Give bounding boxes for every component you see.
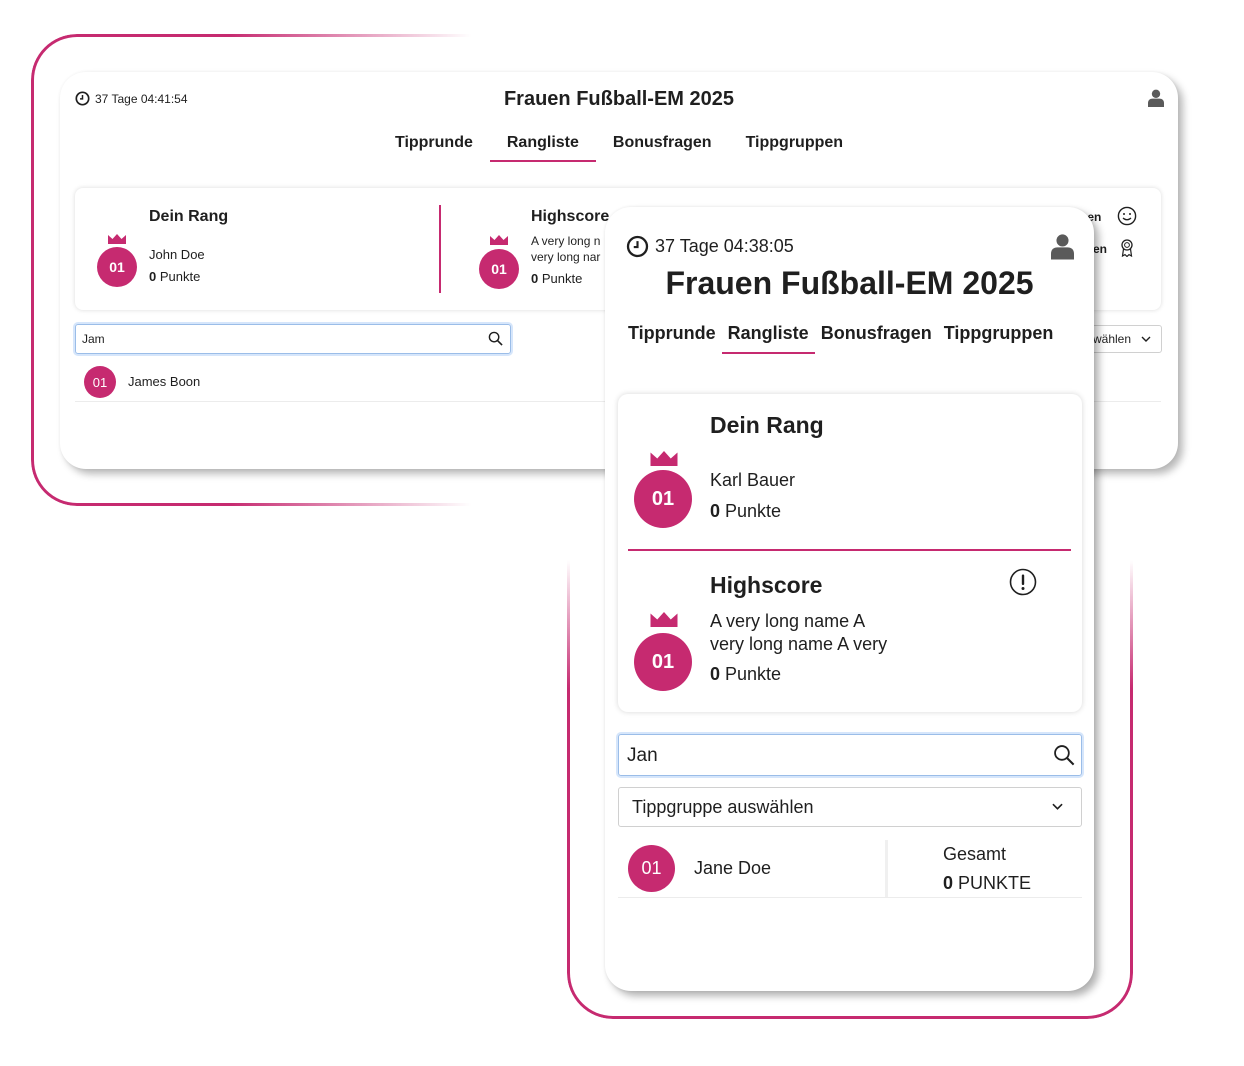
crown-icon: [650, 451, 678, 466]
result-column-divider: [885, 840, 888, 898]
my-rank-name: Karl Bauer: [710, 470, 796, 490]
main-nav-tabs: Tipprunde Rangliste Bonusfragen Tippgrup…: [60, 134, 1178, 162]
info-icon[interactable]: [1009, 568, 1037, 596]
user-icon: [1148, 89, 1164, 107]
panel-divider: [628, 549, 1071, 551]
my-rank-heading: Dein Rang: [149, 208, 229, 225]
page-title: Frauen Fußball-EM 2025: [503, 88, 735, 110]
user-icon: [1051, 234, 1074, 260]
highscore-name-line2: very long nar: [531, 250, 601, 264]
user-profile-button[interactable]: [1051, 233, 1074, 265]
crown-icon: [490, 235, 508, 245]
award-icon[interactable]: [1120, 239, 1134, 257]
highscore-points-label: Punkte: [541, 271, 583, 286]
highscore-points: 0 Punkte: [531, 271, 582, 286]
highscore-name-line1: A very long n: [531, 234, 601, 248]
highscore-heading: Highscore: [531, 208, 610, 225]
search-value: Jam: [82, 332, 105, 346]
search-icon[interactable]: [1053, 744, 1075, 766]
countdown-text: 37 Tage 04:38:05: [655, 236, 794, 256]
clock-icon: [626, 235, 649, 258]
tab-tippgruppen[interactable]: Tippgruppen: [729, 134, 860, 162]
chevron-down-icon: [1052, 803, 1063, 810]
user-profile-button[interactable]: [1148, 89, 1164, 112]
rank-summary-panel: 01 Dein Rang Karl Bauer 0 Punkte 01 High…: [618, 394, 1082, 712]
result-rank-badge: 01: [84, 366, 116, 398]
result-total-label: Gesamt: [943, 844, 1007, 864]
my-rank-badge: 01: [634, 470, 692, 528]
tab-rangliste[interactable]: Rangliste: [721, 323, 815, 354]
result-rank-badge: 01: [628, 845, 675, 892]
highscore-rank-badge: 01: [634, 633, 692, 691]
tippgruppe-select[interactable]: Tippgruppe auswählen: [618, 787, 1082, 827]
result-points-value: 0: [943, 873, 954, 893]
crown-icon: [650, 612, 678, 627]
countdown-timer: 37 Tage 04:38:05: [626, 235, 794, 258]
highscore-points-label: Punkte: [725, 664, 782, 684]
highscore-heading: Highscore: [710, 572, 823, 598]
highscore-name-line2: very long name A very: [710, 634, 888, 654]
highscore-points: 0 Punkte: [710, 664, 781, 685]
my-rank-points-value: 0: [149, 269, 157, 284]
smiley-icon[interactable]: [1117, 206, 1137, 226]
search-value: Jan: [627, 745, 658, 766]
page-title: Frauen Fußball-EM 2025: [665, 265, 1034, 301]
highscore-name-line1: A very long name A: [710, 611, 866, 631]
right-link-2-label[interactable]: en: [1093, 242, 1107, 256]
chevron-down-icon: [1141, 336, 1151, 342]
my-rank-heading: Dein Rang: [710, 412, 824, 438]
tab-tipprunde[interactable]: Tipprunde: [622, 323, 722, 354]
my-rank-name: John Doe: [149, 247, 205, 262]
highscore-points-value: 0: [710, 664, 721, 684]
my-rank-points: 0 Punkte: [710, 501, 781, 522]
player-search-input[interactable]: Jan: [618, 734, 1082, 776]
result-row-divider: [618, 897, 1082, 898]
main-nav-tabs: Tipprunde Rangliste Bonusfragen Tippgrup…: [622, 323, 1059, 354]
my-rank-points: 0 Punkte: [149, 269, 200, 284]
search-icon[interactable]: [488, 331, 503, 346]
my-rank-points-label: Punkte: [725, 501, 782, 521]
my-rank-points-label: Punkte: [159, 269, 201, 284]
tab-bonusfragen[interactable]: Bonusfragen: [596, 134, 729, 162]
result-points-label: PUNKTE: [958, 873, 1032, 893]
my-rank-points-value: 0: [710, 501, 721, 521]
tippgruppe-select[interactable]: wählen: [1082, 325, 1162, 353]
crown-icon: [108, 234, 126, 244]
tab-rangliste[interactable]: Rangliste: [489, 134, 596, 162]
result-total-points: 0 PUNKTE: [943, 873, 1031, 894]
select-value: Tippgruppe auswählen: [632, 797, 814, 817]
tab-tipprunde[interactable]: Tipprunde: [378, 134, 490, 162]
result-player-name[interactable]: James Boon: [128, 374, 200, 389]
result-player-name[interactable]: Jane Doe: [694, 858, 771, 879]
my-rank-badge: 01: [97, 247, 137, 287]
player-search-input[interactable]: Jam: [75, 324, 511, 354]
highscore-points-value: 0: [531, 271, 539, 286]
highscore-rank-badge: 01: [479, 249, 519, 289]
tab-tippgruppen[interactable]: Tippgruppen: [938, 323, 1060, 354]
tab-bonusfragen[interactable]: Bonusfragen: [815, 323, 938, 354]
panel-divider: [439, 205, 441, 293]
mobile-screen-card: 37 Tage 04:38:05 Frauen Fußball-EM 2025 …: [605, 207, 1094, 991]
select-value: wählen: [1093, 332, 1132, 346]
